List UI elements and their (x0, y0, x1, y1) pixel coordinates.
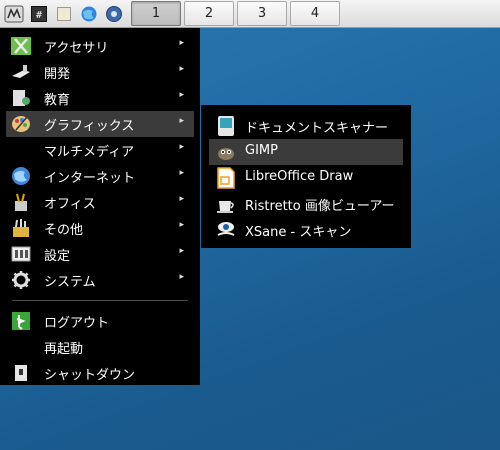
file-manager-icon[interactable] (53, 3, 75, 25)
chevron-right-icon: ▸ (179, 272, 184, 282)
menu-item-label: 設定 (44, 249, 71, 264)
system-icon (10, 270, 32, 290)
submenu-item-xsane[interactable]: XSane - スキャン (201, 217, 411, 243)
chevron-right-icon: ▸ (179, 220, 184, 230)
internet-icon (10, 166, 32, 186)
menu-item-label: マルチメディア (44, 145, 135, 160)
education-icon (10, 88, 32, 108)
menu-item-education[interactable]: 教育 ▸ (0, 85, 200, 111)
submenu-item-gimp[interactable]: GIMP (209, 139, 403, 165)
office-icon (10, 192, 32, 212)
chevron-right-icon: ▸ (179, 64, 184, 74)
menu-item-label: オフィス (44, 197, 96, 212)
menu-item-graphics[interactable]: グラフィックス ▸ (6, 111, 194, 137)
menu-item-settings[interactable]: 設定 ▸ (0, 241, 200, 267)
menu-item-shutdown[interactable]: シャットダウン (0, 360, 200, 386)
graphics-icon (10, 114, 32, 134)
libreoffice-draw-icon (215, 167, 237, 189)
menu-item-label: アクセサリ (44, 41, 109, 56)
chevron-right-icon: ▸ (179, 246, 184, 256)
browser-icon[interactable] (78, 3, 100, 25)
shutdown-icon (10, 363, 32, 383)
submenu-item-label: ドキュメントスキャナー (245, 121, 389, 136)
ristretto-icon (215, 193, 237, 215)
gimp-icon (215, 141, 237, 163)
terminal-icon[interactable]: # (28, 3, 50, 25)
submenu-item-label: XSane - スキャン (245, 225, 352, 240)
submenu-item-label: Ristretto 画像ビューアー (245, 199, 395, 214)
workspace-1[interactable]: 1 (131, 1, 181, 26)
top-panel: # 1 2 3 4 (0, 0, 500, 28)
other-icon (10, 218, 32, 238)
menu-item-label: インターネット (44, 171, 136, 186)
logout-icon (10, 311, 32, 331)
menu-item-label: 再起動 (44, 342, 84, 357)
menu-item-system[interactable]: システム ▸ (0, 267, 200, 293)
workspace-4[interactable]: 4 (290, 1, 340, 26)
chevron-right-icon: ▸ (179, 168, 184, 178)
menu-item-logout[interactable]: ログアウト (0, 308, 200, 334)
workspace-pager: 1 2 3 4 (131, 1, 343, 26)
svg-text:#: # (36, 10, 42, 21)
chevron-right-icon: ▸ (179, 194, 184, 204)
menu-item-restart[interactable]: 再起動 (0, 334, 200, 360)
menu-item-label: 開発 (44, 67, 71, 82)
settings-icon (10, 244, 32, 264)
menu-item-internet[interactable]: インターネット ▸ (0, 163, 200, 189)
applications-menu: アクセサリ ▸ 開発 ▸ 教育 ▸ グラフィックス ▸ マルチメディア ▸ イン… (0, 28, 200, 385)
workspace-3[interactable]: 3 (237, 1, 287, 26)
menu-item-office[interactable]: オフィス ▸ (0, 189, 200, 215)
menu-icon[interactable] (3, 3, 25, 25)
menu-item-accessories[interactable]: アクセサリ ▸ (0, 33, 200, 59)
menu-separator (12, 300, 188, 301)
menu-item-multimedia[interactable]: マルチメディア ▸ (0, 137, 200, 163)
menu-item-development[interactable]: 開発 ▸ (0, 59, 200, 85)
accessories-icon (10, 36, 32, 56)
menu-item-label: 教育 (44, 93, 71, 108)
submenu-item-ristretto[interactable]: Ristretto 画像ビューアー (201, 191, 411, 217)
menu-item-label: システム (44, 275, 96, 290)
menu-item-label: その他 (44, 223, 84, 238)
menu-item-other[interactable]: その他 ▸ (0, 215, 200, 241)
submenu-item-document-scanner[interactable]: ドキュメントスキャナー (201, 113, 411, 139)
chevron-right-icon: ▸ (179, 90, 184, 100)
workspace-2[interactable]: 2 (184, 1, 234, 26)
menu-item-label: グラフィックス (44, 119, 135, 134)
submenu-item-label: GIMP (245, 143, 278, 158)
graphics-submenu: ドキュメントスキャナー GIMP LibreOffice Draw Ristre… (201, 105, 411, 248)
chevron-right-icon: ▸ (179, 142, 184, 152)
submenu-item-label: LibreOffice Draw (245, 169, 354, 184)
settings-icon[interactable] (103, 3, 125, 25)
xsane-icon (215, 219, 237, 241)
menu-item-label: シャットダウン (44, 368, 136, 383)
menu-item-label: ログアウト (44, 316, 110, 331)
submenu-item-libreoffice-draw[interactable]: LibreOffice Draw (201, 165, 411, 191)
chevron-right-icon: ▸ (179, 116, 184, 126)
chevron-right-icon: ▸ (179, 38, 184, 48)
document-scanner-icon (215, 115, 237, 137)
development-icon (10, 62, 32, 82)
